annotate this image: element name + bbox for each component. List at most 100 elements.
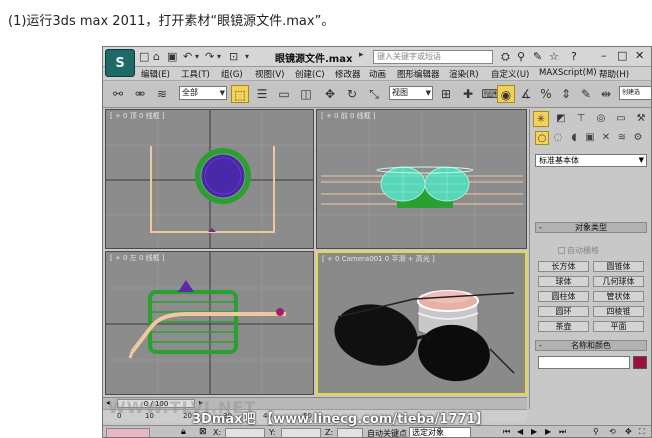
y-coord-field[interactable] xyxy=(281,428,321,437)
absolute-mode-icon[interactable]: ⊠ xyxy=(199,427,207,437)
menu-views[interactable]: 视图(V) xyxy=(255,68,284,80)
autokey-label[interactable]: 自动关键点 xyxy=(367,428,407,437)
angle-snap-icon[interactable]: ∡ xyxy=(517,85,535,103)
undo-icon[interactable]: ↶ xyxy=(183,50,192,63)
systems-icon[interactable]: ⚙ xyxy=(631,131,645,145)
communication-icon[interactable]: ✎ xyxy=(533,50,542,63)
menu-modifiers[interactable]: 修改器 xyxy=(335,68,361,80)
spinner-snap-icon[interactable]: ⇕ xyxy=(557,85,575,103)
new-file-icon[interactable]: □ xyxy=(139,50,149,63)
orbit-icon[interactable]: ⟲ xyxy=(609,427,616,436)
key-icon[interactable]: ⚲ xyxy=(517,50,525,63)
app-logo[interactable]: S xyxy=(105,49,135,77)
utilities-tab-icon[interactable]: ⚒ xyxy=(633,111,649,127)
object-color-swatch[interactable] xyxy=(633,356,647,369)
maxscript-listener-swatch[interactable] xyxy=(106,428,150,437)
favorites-star-icon[interactable]: ☆ xyxy=(549,50,559,63)
z-coord-field[interactable] xyxy=(337,428,363,437)
prev-key-icon[interactable]: ◀ xyxy=(517,427,523,436)
geosphere-button[interactable]: 几何球体 xyxy=(593,276,644,287)
viewport-top[interactable]: [ + 0 顶 0 线框 ] xyxy=(105,109,314,249)
select-by-name-icon[interactable]: ☰ xyxy=(253,85,271,103)
cone-button[interactable]: 圆锥体 xyxy=(593,261,644,272)
redo-icon[interactable]: ↷ xyxy=(205,50,214,63)
move-icon[interactable]: ✥ xyxy=(321,85,339,103)
named-selection-set-dropdown[interactable]: 创建选 xyxy=(619,86,651,100)
scale-icon[interactable]: ⤡ xyxy=(365,85,383,103)
viewport-front[interactable]: [ + 0 前 0 线框 ] xyxy=(316,109,527,249)
percent-snap-icon[interactable]: % xyxy=(537,85,555,103)
create-tab-icon[interactable]: ✳ xyxy=(533,111,549,127)
plane-button[interactable]: 平面 xyxy=(593,321,644,332)
select-manipulate-icon[interactable]: ✚ xyxy=(459,85,477,103)
zoom-icon[interactable]: ⚲ xyxy=(593,427,599,436)
maximize-viewport-icon[interactable]: ⛶ xyxy=(639,427,645,437)
maximize-button[interactable]: □ xyxy=(617,49,627,62)
redo-dropdown-icon[interactable]: ▾ xyxy=(217,52,221,61)
pivot-center-icon[interactable]: ⊞ xyxy=(437,85,455,103)
hierarchy-tab-icon[interactable]: ⊤ xyxy=(573,111,589,127)
menu-maxscript[interactable]: MAXScript(M) xyxy=(539,68,597,78)
sphere-button[interactable]: 球体 xyxy=(538,276,589,287)
open-file-icon[interactable]: ⌂ xyxy=(153,50,160,63)
help-icon[interactable]: ? xyxy=(571,50,577,63)
x-coord-field[interactable] xyxy=(225,428,265,437)
shapes-icon[interactable]: ◌ xyxy=(551,131,565,145)
cylinder-button[interactable]: 圆柱体 xyxy=(538,291,589,302)
tube-button[interactable]: 管状体 xyxy=(593,291,644,302)
motion-tab-icon[interactable]: ◎ xyxy=(593,111,609,127)
select-object-icon[interactable]: ⬚ xyxy=(231,85,249,103)
menu-create[interactable]: 创建(C) xyxy=(295,68,325,80)
cameras-icon[interactable]: ▣ xyxy=(583,131,597,145)
binoculars-icon[interactable]: ⛭ xyxy=(501,50,510,64)
next-key-icon[interactable]: ▶ xyxy=(545,427,551,436)
menu-animation[interactable]: 动画 xyxy=(369,68,386,80)
geometry-icon[interactable]: ○ xyxy=(535,131,549,145)
snaps-toggle-icon[interactable]: ◉ xyxy=(497,85,515,103)
window-crossing-icon[interactable]: ◫ xyxy=(297,85,315,103)
lights-icon[interactable]: ◖ xyxy=(567,131,581,145)
unlink-icon[interactable]: ⚮ xyxy=(131,85,149,103)
menu-tools[interactable]: 工具(T) xyxy=(181,68,210,80)
name-color-rollout[interactable]: - 名称和颜色 xyxy=(535,340,647,351)
edit-named-selection-icon[interactable]: ✎ xyxy=(577,85,595,103)
viewport-label-front[interactable]: [ + 0 前 0 线框 ] xyxy=(321,111,376,121)
menu-help[interactable]: 帮助(H) xyxy=(599,68,629,80)
modify-tab-icon[interactable]: ◩ xyxy=(553,111,569,127)
menu-group[interactable]: 组(G) xyxy=(221,68,243,80)
menu-customize[interactable]: 自定义(U) xyxy=(491,68,529,80)
project-folder-icon[interactable]: ⊡ xyxy=(229,50,238,63)
menu-graph-editors[interactable]: 图形编辑器 xyxy=(397,68,440,80)
menu-edit[interactable]: 编辑(E) xyxy=(141,68,170,80)
search-input[interactable]: 键入关键字或短语 xyxy=(373,50,493,64)
object-category-dropdown[interactable]: 标准基本体 ▼ xyxy=(535,154,647,167)
minimize-button[interactable]: – xyxy=(601,49,607,62)
goto-end-icon[interactable]: ⏭ xyxy=(559,427,566,437)
autogrid-checkbox[interactable]: 自动栅格 xyxy=(558,245,599,256)
play-icon[interactable]: ▶ xyxy=(531,427,537,436)
viewport-label-top[interactable]: [ + 0 顶 0 线框 ] xyxy=(110,111,165,121)
pyramid-button[interactable]: 四棱锥 xyxy=(593,306,644,317)
helpers-icon[interactable]: ✕ xyxy=(599,131,613,145)
viewport-label-left[interactable]: [ + 0 左 0 线框 ] xyxy=(110,253,165,263)
mirror-icon[interactable]: ⇹ xyxy=(597,85,615,103)
object-type-rollout[interactable]: - 对象类型 xyxy=(535,222,647,233)
key-filter-dropdown[interactable]: 选定对象 xyxy=(409,427,471,437)
rectangular-selection-icon[interactable]: ▭ xyxy=(275,85,293,103)
box-button[interactable]: 长方体 xyxy=(538,261,589,272)
viewport-label-camera[interactable]: [ + 0 Camera001 0 平滑 + 高光 ] xyxy=(322,254,435,264)
quick-access-dropdown-icon[interactable]: ▾ xyxy=(245,52,249,61)
torus-button[interactable]: 圆环 xyxy=(538,306,589,317)
close-button[interactable]: ✕ xyxy=(635,49,644,62)
viewport-left[interactable]: [ + 0 左 0 线框 ] xyxy=(105,251,314,395)
teapot-button[interactable]: 茶壶 xyxy=(538,321,589,332)
save-icon[interactable]: ▣ xyxy=(167,50,177,63)
bind-space-warp-icon[interactable]: ≋ xyxy=(153,85,171,103)
rotate-icon[interactable]: ↻ xyxy=(343,85,361,103)
space-warps-icon[interactable]: ≋ xyxy=(615,131,629,145)
display-tab-icon[interactable]: ▭ xyxy=(613,111,629,127)
selection-filter-dropdown[interactable]: 全部 ▼ xyxy=(179,86,227,100)
object-name-input[interactable] xyxy=(538,356,630,369)
viewport-camera[interactable]: [ + 0 Camera001 0 平滑 + 高光 ] xyxy=(316,251,527,395)
pan-icon[interactable]: ✥ xyxy=(625,427,632,436)
